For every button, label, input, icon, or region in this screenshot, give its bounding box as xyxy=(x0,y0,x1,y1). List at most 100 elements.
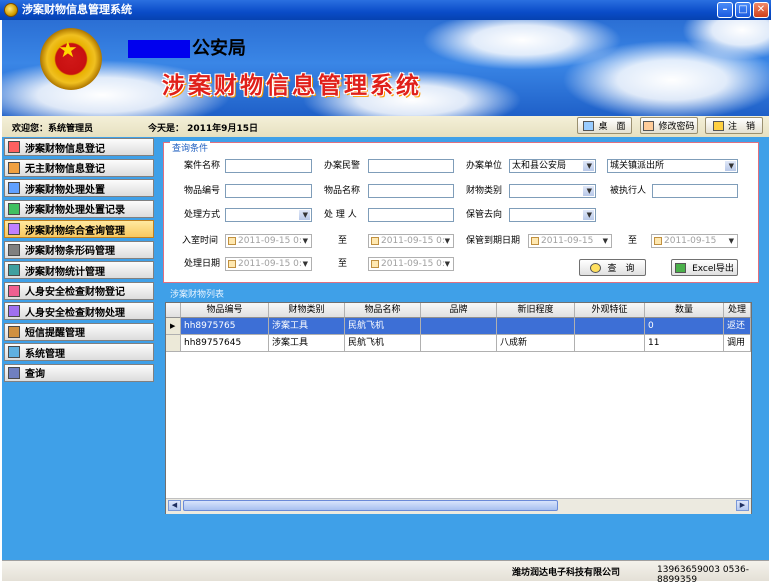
disposal-date-to-value: 2011-09-15 0: xyxy=(381,259,445,269)
chevron-down-icon: ▼ xyxy=(586,211,592,219)
change-password-label: 修改密码 xyxy=(658,122,695,132)
row-selector[interactable]: ▶ xyxy=(166,318,181,335)
stats-icon xyxy=(8,264,20,276)
sms-icon xyxy=(8,325,20,338)
storage-time-to[interactable]: 2011-09-15 0: ▼ xyxy=(368,234,454,248)
unit-select[interactable]: 太和县公安局 ▼ xyxy=(509,159,596,173)
sidebar-item-label: 涉案财物信息登记 xyxy=(25,143,105,155)
item-name-label: 物品名称 xyxy=(324,186,361,196)
table-cell[interactable]: 返还 xyxy=(724,318,751,335)
table-cell[interactable]: 调用 xyxy=(724,335,751,352)
disposal-date-from[interactable]: 2011-09-15 0: ▼ xyxy=(225,257,312,271)
column-header[interactable]: 品牌 xyxy=(421,303,497,318)
storage-time-from-value: 2011-09-15 0: xyxy=(238,236,302,246)
row-selector[interactable] xyxy=(166,335,181,352)
sidebar-item-label: 查询 xyxy=(25,369,45,380)
sidebar-item-label: 涉案财物条形码管理 xyxy=(25,246,115,257)
table-cell[interactable]: 八成新 xyxy=(497,335,575,352)
table-cell[interactable]: hh89757645 xyxy=(181,335,269,352)
search-icon xyxy=(590,262,602,273)
disposal-method-select[interactable]: ▼ xyxy=(225,208,312,222)
redacted-region xyxy=(128,40,190,58)
case-name-input[interactable] xyxy=(225,159,312,173)
table-cell[interactable] xyxy=(421,335,497,352)
sidebar-item-label: 涉案财物统计管理 xyxy=(25,266,105,278)
item-name-input[interactable] xyxy=(368,184,454,198)
table-cell[interactable] xyxy=(575,335,645,352)
list-legend: 涉案财物列表 xyxy=(170,290,225,300)
executor-input[interactable] xyxy=(652,184,738,198)
handler-input[interactable] xyxy=(368,208,454,222)
chevron-down-icon: ▼ xyxy=(728,237,734,245)
table-cell[interactable]: 11 xyxy=(645,335,724,352)
disposal-method-label: 处理方式 xyxy=(184,210,221,220)
change-password-button[interactable]: 修改密码 xyxy=(640,117,698,134)
column-header[interactable]: 处理 xyxy=(724,303,751,318)
chevron-down-icon: ▼ xyxy=(586,187,592,195)
table-cell[interactable]: 民航飞机 xyxy=(345,335,421,352)
column-header[interactable]: 财物类别 xyxy=(269,303,345,318)
calendar-icon xyxy=(371,260,379,268)
table-cell[interactable] xyxy=(575,318,645,335)
logout-button[interactable]: 注 销 xyxy=(705,117,763,134)
minimize-button[interactable]: – xyxy=(717,2,733,18)
storage-time-from[interactable]: 2011-09-15 0: ▼ xyxy=(225,234,312,248)
excel-export-button[interactable]: Excel导出 xyxy=(671,259,738,276)
sidebar-item-8[interactable]: 人身安全检查财物处理 xyxy=(4,302,154,320)
maximize-button[interactable]: □ xyxy=(735,2,751,18)
today-date: 今天是： 2011年9月15日 xyxy=(148,124,258,134)
sidebar-item-7[interactable]: 人身安全检查财物登记 xyxy=(4,281,154,300)
banner xyxy=(2,20,769,116)
scrollbar-thumb[interactable] xyxy=(183,500,558,511)
case-name-label: 案件名称 xyxy=(184,161,221,171)
column-header[interactable]: 物品名称 xyxy=(345,303,421,318)
sidebar-item-0[interactable]: 涉案财物信息登记 xyxy=(4,138,154,156)
table-cell[interactable]: 涉案工具 xyxy=(269,335,345,352)
column-header[interactable]: 物品编号 xyxy=(181,303,269,318)
search-button[interactable]: 查 询 xyxy=(579,259,646,276)
station-select[interactable]: 城关镇派出所 ▼ xyxy=(607,159,738,173)
column-header[interactable]: 外观特征 xyxy=(575,303,645,318)
disposal-date-to[interactable]: 2011-09-15 0: ▼ xyxy=(368,257,454,271)
sidebar-item-5[interactable]: 涉案财物条形码管理 xyxy=(4,240,154,259)
row-header-corner xyxy=(166,303,181,318)
sidebar-item-label: 人身安全检查财物登记 xyxy=(25,287,125,298)
table-cell[interactable]: 涉案工具 xyxy=(269,318,345,335)
expire-date-to[interactable]: 2011-09-15 ▼ xyxy=(651,234,738,248)
barcode-icon xyxy=(8,243,20,256)
sidebar-item-label: 系统管理 xyxy=(25,348,65,360)
officer-input[interactable] xyxy=(368,159,454,173)
sidebar-item-3[interactable]: 涉案财物处理处置记录 xyxy=(4,199,154,218)
sidebar-item-label: 涉案财物处理处置 xyxy=(25,184,105,196)
storage-time-label: 入室时间 xyxy=(182,236,219,246)
expire-date-from[interactable]: 2011-09-15 ▼ xyxy=(528,234,612,248)
scroll-right-icon[interactable]: ▶ xyxy=(736,500,749,511)
column-header[interactable]: 数量 xyxy=(645,303,724,318)
table-cell[interactable]: hh8975765 xyxy=(181,318,269,335)
item-no-input[interactable] xyxy=(225,184,312,198)
sidebar-item-2[interactable]: 涉案财物处理处置 xyxy=(4,179,154,197)
sidebar-item-label: 人身安全检查财物处理 xyxy=(25,307,125,319)
sidebar-item-11[interactable]: 查询 xyxy=(4,363,154,382)
storage-select[interactable]: ▼ xyxy=(509,208,596,222)
unit-select-value: 太和县公安局 xyxy=(512,161,567,171)
to-label-1: 至 xyxy=(338,236,348,246)
sidebar-item-label: 无主财物信息登记 xyxy=(25,164,105,175)
table-cell[interactable]: 民航飞机 xyxy=(345,318,421,335)
sidebar-item-4[interactable]: 涉案财物综合查询管理 xyxy=(4,220,154,238)
sidebar-item-9[interactable]: 短信提醒管理 xyxy=(4,322,154,341)
sidebar-item-1[interactable]: 无主财物信息登记 xyxy=(4,158,154,177)
category-select[interactable]: ▼ xyxy=(509,184,596,198)
sidebar-item-10[interactable]: 系统管理 xyxy=(4,343,154,361)
table-cell[interactable]: 0 xyxy=(645,318,724,335)
sidebar-item-6[interactable]: 涉案财物统计管理 xyxy=(4,261,154,279)
search-button-label: 查 询 xyxy=(607,264,635,274)
key-icon xyxy=(643,120,655,131)
table-cell[interactable] xyxy=(497,318,575,335)
close-button[interactable]: ✕ xyxy=(753,2,769,18)
scroll-left-icon[interactable]: ◀ xyxy=(168,500,181,511)
table-cell[interactable] xyxy=(421,318,497,335)
column-header[interactable]: 新旧程度 xyxy=(497,303,575,318)
desktop-button[interactable]: 桌 面 xyxy=(577,117,632,134)
storage-time-to-value: 2011-09-15 0: xyxy=(381,236,445,246)
